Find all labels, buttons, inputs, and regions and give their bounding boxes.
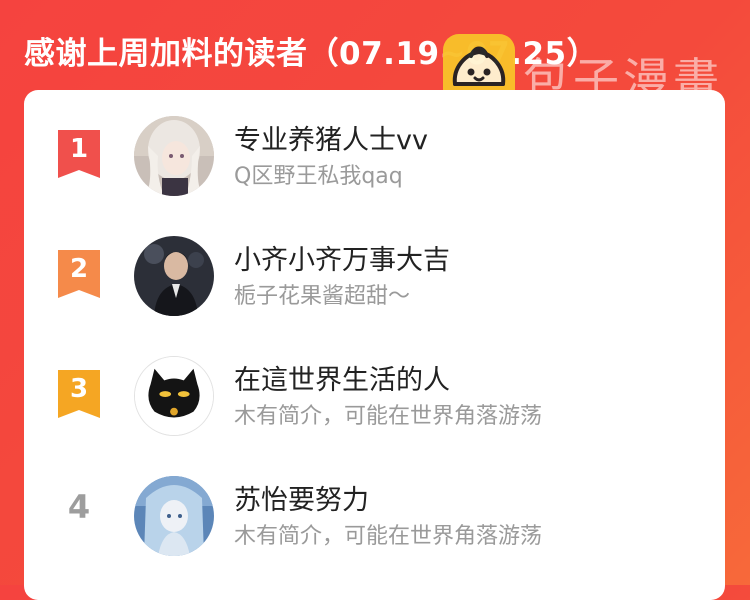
reader-name: 苏怡要努力 — [234, 485, 369, 516]
reader-bio: 木有简介，可能在世界角落游荡 — [234, 524, 543, 549]
reader-bio: 木有简介，可能在世界角落游荡 — [234, 404, 543, 429]
rank-number: 2 — [69, 254, 89, 284]
avatar[interactable] — [134, 236, 214, 316]
reader-name: 小齐小齐万事大吉 — [234, 245, 450, 276]
person-photo-avatar-icon — [134, 236, 214, 316]
reader-row[interactable]: 1 专业养猪人士vv Q区野王私我qaq — [24, 94, 725, 204]
reader-name: 专业养猪人士vv — [234, 125, 428, 156]
avatar[interactable] — [134, 356, 214, 436]
rank-3-badge-icon: 3 — [58, 370, 100, 418]
blue-anime-avatar-icon — [134, 476, 214, 556]
reader-row[interactable]: 2 小齐小齐万事大吉 栀子花果酱超甜～ — [24, 214, 725, 324]
reader-row[interactable]: 3 在這世界生活的人 木有简介，可能在世界角落游荡 — [24, 334, 725, 444]
avatar[interactable] — [134, 116, 214, 196]
rank-2-badge-icon: 2 — [58, 250, 100, 298]
reader-row[interactable]: 4 苏怡要努力 木有简介，可能在世界角落游荡 — [24, 454, 725, 564]
rank-number: 3 — [69, 374, 89, 404]
reader-ranking-card: 1 专业养猪人士vv Q区野王私我qaq 2 小齐小齐万事大吉 栀子花果酱超甜～… — [24, 90, 725, 600]
anime-girl-avatar-icon — [134, 116, 214, 196]
rank-number: 1 — [69, 134, 89, 164]
reader-bio: 栀子花果酱超甜～ — [234, 284, 411, 309]
black-cat-avatar-icon — [135, 357, 213, 435]
reader-bio: Q区野王私我qaq — [234, 164, 403, 189]
rank-1-badge-icon: 1 — [58, 130, 100, 178]
reader-name: 在這世界生活的人 — [234, 365, 450, 396]
avatar[interactable] — [134, 476, 214, 556]
rank-number: 4 — [67, 488, 91, 526]
